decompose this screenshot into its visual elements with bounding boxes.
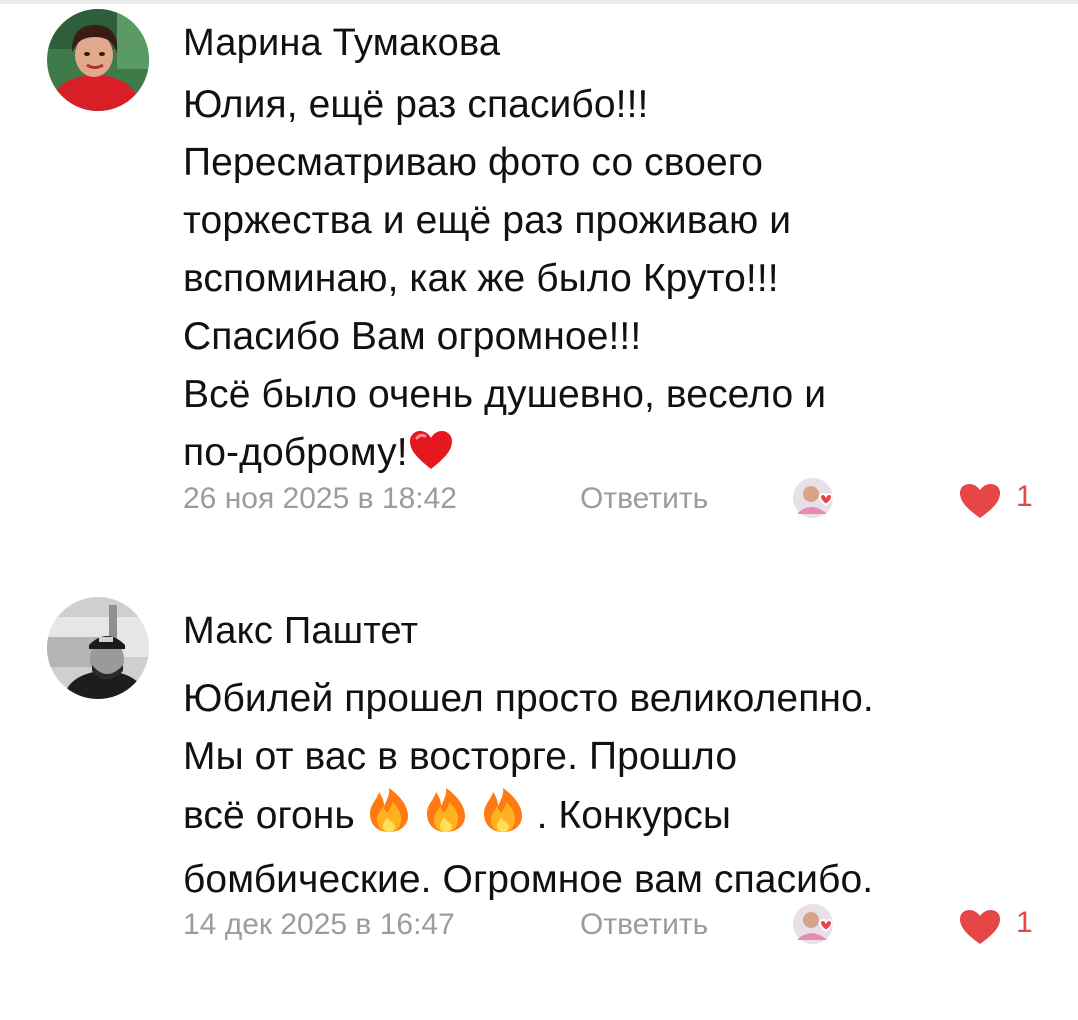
comment-text-last-line: по-доброму!	[183, 424, 1043, 488]
comment-text-line: . Конкурсы	[536, 794, 731, 837]
author-avatar[interactable]	[47, 597, 149, 699]
comment-text-line: вспоминаю, как же было Круто!!!	[183, 257, 779, 300]
comment-text-line: Всё было очень душевно, весело и	[183, 373, 827, 416]
comment-text-line: Мы от вас в восторге. Прошло	[183, 735, 738, 778]
comment-text-line: бомбические. Огромное вам спасибо.	[183, 858, 874, 901]
comment-text-line: по-доброму!	[183, 431, 408, 474]
like-count: 1	[1016, 480, 1033, 513]
like-count: 1	[1016, 906, 1033, 939]
comment-text-line: всё огонь	[183, 794, 355, 837]
heart-icon	[960, 910, 1000, 944]
comment-text-line: Пересматриваю фото со своего	[183, 141, 763, 184]
heart-icon	[960, 484, 1000, 518]
author-avatar[interactable]	[47, 9, 149, 111]
top-divider	[0, 0, 1078, 4]
fire-emoji-icon	[480, 786, 526, 851]
reply-button[interactable]: Ответить	[580, 908, 708, 942]
fire-emoji-icon	[366, 786, 412, 851]
reacted-user-avatar[interactable]	[791, 476, 851, 520]
heart-emoji-icon	[408, 429, 454, 488]
reacted-user-avatar-icon	[793, 478, 834, 518]
reacted-user-avatar[interactable]	[791, 902, 851, 946]
comment-text-line: торжества и ещё раз проживаю и	[183, 199, 792, 242]
user-avatar-man-icon	[47, 597, 149, 699]
comment-text-line: Юлия, ещё раз спасибо!!!	[183, 83, 649, 126]
fire-emoji-icon	[423, 786, 469, 851]
reacted-user-avatar-icon	[793, 904, 834, 944]
comment-text: Юлия, ещё раз спасибо!!! Пересматриваю ф…	[183, 76, 1043, 488]
comment-text: Юбилей прошел просто великолепно. Мы от …	[183, 670, 1043, 909]
comment-author[interactable]: Макс Паштет	[183, 610, 418, 653]
comment-author[interactable]: Марина Тумакова	[183, 22, 500, 65]
user-avatar-woman-icon	[47, 9, 149, 111]
reply-button[interactable]: Ответить	[580, 482, 708, 516]
comment-date: 14 дек 2025 в 16:47	[183, 908, 455, 941]
comment-text-line-with-emoji: всё огонь . Конкурсы	[183, 786, 1043, 851]
comment-text-line: Спасибо Вам огромное!!!	[183, 315, 642, 358]
comment-date: 26 ноя 2025 в 18:42	[183, 482, 457, 515]
comment-text-line: Юбилей прошел просто великолепно.	[183, 677, 874, 720]
